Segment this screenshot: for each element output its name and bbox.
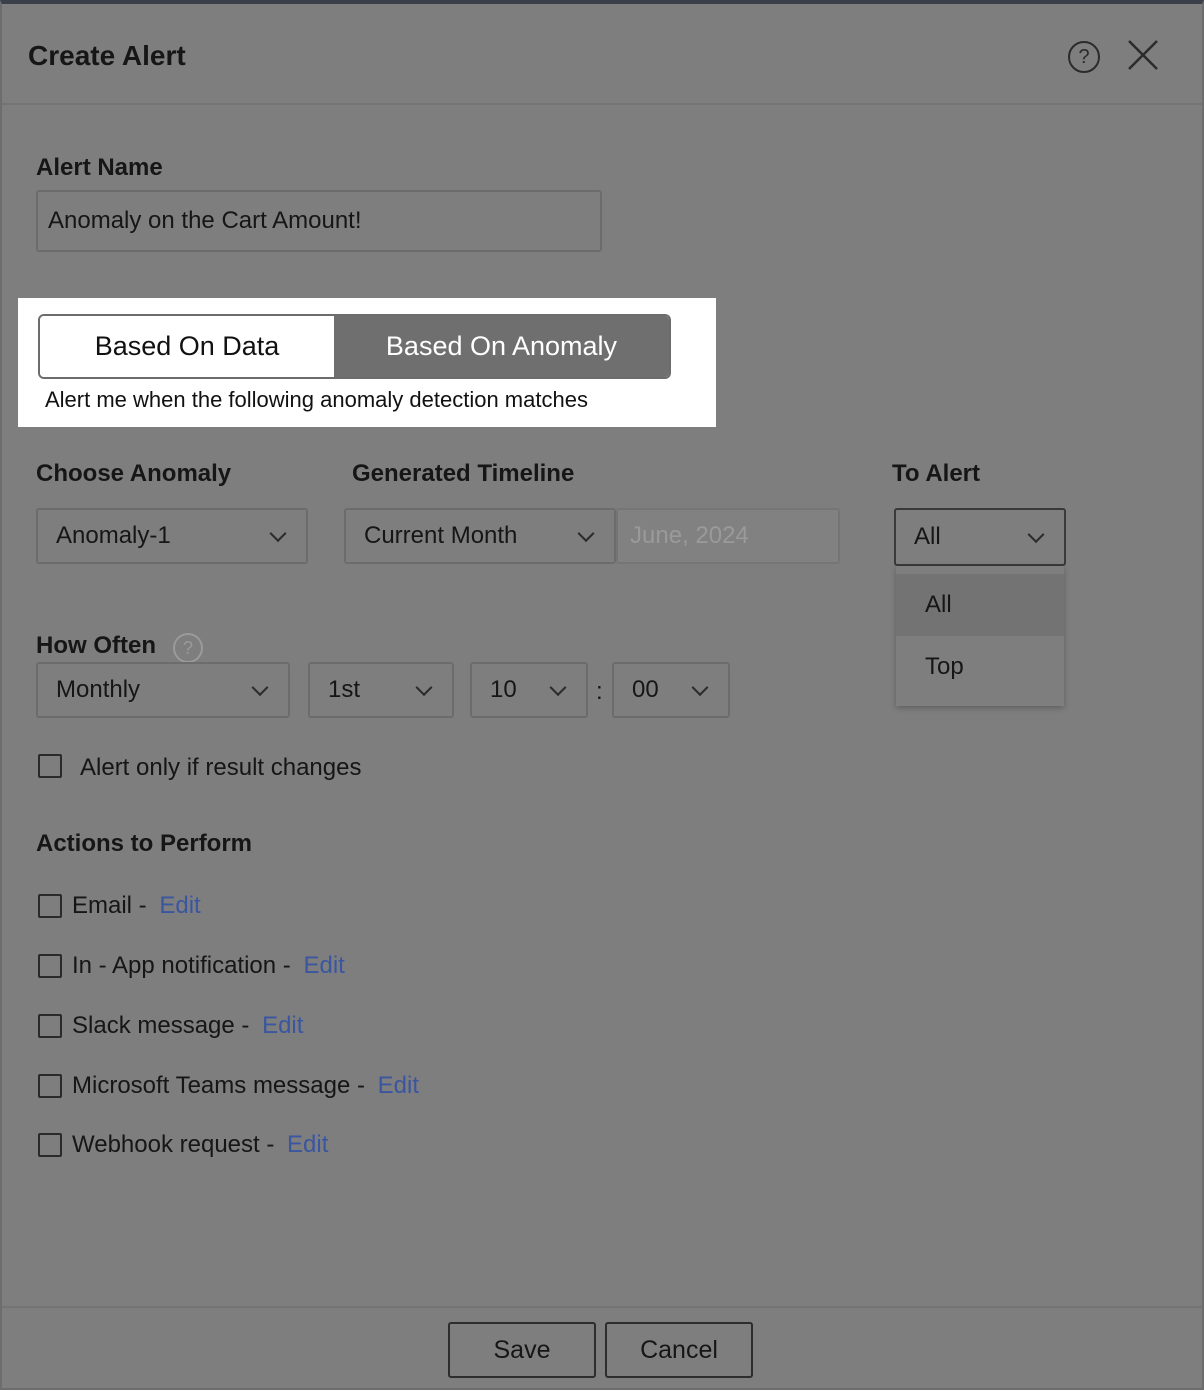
to-alert-label: To Alert bbox=[892, 460, 980, 487]
to-alert-select-value: All bbox=[914, 523, 941, 550]
slack-checkbox[interactable] bbox=[38, 1014, 62, 1038]
in-app-action: In - App notification - Edit bbox=[72, 952, 345, 980]
chevron-down-icon bbox=[691, 679, 709, 697]
help-icon[interactable]: ? bbox=[1068, 41, 1100, 73]
minute-select[interactable]: 00 bbox=[612, 662, 730, 718]
how-often-label: How Often bbox=[36, 632, 156, 659]
save-button[interactable]: Save bbox=[448, 1322, 596, 1378]
timeline-period-field: June, 2024 bbox=[616, 508, 840, 564]
frequency-value: Monthly bbox=[56, 676, 141, 703]
webhook-label: Webhook request - bbox=[72, 1131, 282, 1158]
chevron-down-icon bbox=[577, 525, 595, 543]
dialog-title: Create Alert bbox=[28, 40, 186, 71]
dropdown-option-top[interactable]: Top bbox=[896, 636, 1064, 698]
webhook-action: Webhook request - Edit bbox=[72, 1131, 328, 1159]
minute-value: 00 bbox=[632, 676, 659, 703]
based-on-anomaly-option[interactable]: Based On Anomaly bbox=[334, 316, 669, 377]
close-icon[interactable] bbox=[1126, 38, 1160, 72]
slack-action: Slack message - Edit bbox=[72, 1012, 303, 1040]
alert-mode-section: Based On Data Based On Anomaly Alert me … bbox=[18, 298, 716, 427]
choose-anomaly-label: Choose Anomaly bbox=[36, 460, 232, 487]
alert-only-changes-checkbox[interactable] bbox=[38, 754, 62, 778]
anomaly-select[interactable]: Anomaly-1 bbox=[36, 508, 308, 564]
chevron-down-icon bbox=[1027, 526, 1045, 544]
alert-mode-toggle: Based On Data Based On Anomaly bbox=[38, 314, 671, 379]
teams-action: Microsoft Teams message - Edit bbox=[72, 1072, 419, 1100]
webhook-checkbox[interactable] bbox=[38, 1133, 62, 1157]
timeline-period-value: June, 2024 bbox=[630, 522, 749, 549]
in-app-checkbox[interactable] bbox=[38, 954, 62, 978]
cancel-button[interactable]: Cancel bbox=[605, 1322, 753, 1378]
timeline-select[interactable]: Current Month bbox=[344, 508, 616, 564]
day-value: 1st bbox=[328, 676, 361, 703]
alert-name-input[interactable]: Anomaly on the Cart Amount! bbox=[36, 190, 602, 252]
teams-edit-link[interactable]: Edit bbox=[378, 1072, 419, 1099]
email-action: Email - Edit bbox=[72, 892, 201, 920]
in-app-label: In - App notification - bbox=[72, 952, 298, 979]
based-on-data-option[interactable]: Based On Data bbox=[40, 316, 334, 377]
dialog-footer: Save Cancel bbox=[2, 1306, 1202, 1390]
email-checkbox[interactable] bbox=[38, 894, 62, 918]
dialog-header: Create Alert ? bbox=[2, 4, 1202, 105]
day-select[interactable]: 1st bbox=[308, 662, 454, 718]
alert-name-value: Anomaly on the Cart Amount! bbox=[48, 207, 362, 234]
anomaly-select-value: Anomaly-1 bbox=[56, 522, 171, 549]
email-label: Email - bbox=[72, 892, 154, 919]
help-icon[interactable]: ? bbox=[173, 633, 203, 663]
to-alert-select[interactable]: All bbox=[894, 508, 1066, 566]
to-alert-dropdown: All Top bbox=[896, 566, 1064, 706]
slack-label: Slack message - bbox=[72, 1012, 257, 1039]
teams-label: Microsoft Teams message - bbox=[72, 1072, 372, 1099]
teams-checkbox[interactable] bbox=[38, 1074, 62, 1098]
create-alert-dialog: Create Alert ? Alert Name Anomaly on the… bbox=[0, 0, 1204, 1390]
hour-select[interactable]: 10 bbox=[470, 662, 588, 718]
alert-name-label: Alert Name bbox=[36, 154, 163, 181]
in-app-edit-link[interactable]: Edit bbox=[303, 952, 344, 979]
chevron-down-icon bbox=[549, 679, 567, 697]
alert-mode-description: Alert me when the following anomaly dete… bbox=[45, 387, 588, 412]
actions-title: Actions to Perform bbox=[36, 830, 253, 857]
chevron-down-icon bbox=[251, 679, 269, 697]
email-edit-link[interactable]: Edit bbox=[159, 892, 200, 919]
slack-edit-link[interactable]: Edit bbox=[262, 1012, 303, 1039]
chevron-down-icon bbox=[415, 679, 433, 697]
dropdown-option-all[interactable]: All bbox=[896, 574, 1064, 636]
frequency-select[interactable]: Monthly bbox=[36, 662, 290, 718]
alert-only-changes-label: Alert only if result changes bbox=[80, 754, 362, 781]
timeline-select-value: Current Month bbox=[364, 522, 518, 549]
time-separator: : bbox=[596, 678, 603, 705]
webhook-edit-link[interactable]: Edit bbox=[287, 1131, 328, 1158]
generated-timeline-label: Generated Timeline bbox=[352, 460, 575, 487]
hour-value: 10 bbox=[490, 676, 517, 703]
chevron-down-icon bbox=[269, 525, 287, 543]
